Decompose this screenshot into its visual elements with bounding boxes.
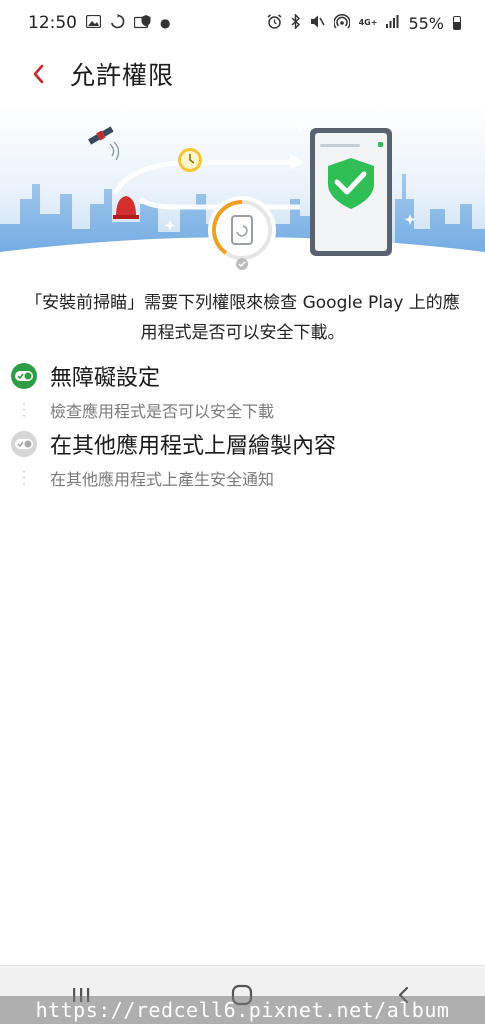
bluetooth-icon	[291, 13, 301, 32]
watermark-url: https://redcell6.pixnet.net/album	[0, 996, 485, 1024]
permission-description: 「安裝前掃瞄」需要下列權限來檢查 Google Play 上的應用程式是否可以安…	[25, 293, 460, 343]
network-type-label: 4G+	[358, 18, 378, 27]
sync-icon	[110, 14, 125, 32]
shield-app-icon	[133, 14, 151, 32]
permission-desc-row: · · · 檢查應用程式是否可以安全下載	[10, 394, 470, 426]
status-right: 4G+ 55%	[267, 13, 461, 33]
permission-row: 無障礙設定	[10, 358, 470, 394]
permission-desc: 檢查應用程式是否可以安全下載	[50, 402, 275, 421]
status-left: 12:50 ●	[28, 13, 170, 33]
status-time: 12:50	[28, 13, 77, 33]
chevron-left-icon	[33, 64, 44, 84]
battery-percent: 55%	[408, 13, 444, 33]
back-button[interactable]	[18, 54, 58, 94]
connector-dots: · · ·	[22, 465, 26, 491]
permission-title: 在其他應用程式上層繪製內容	[50, 434, 337, 459]
status-bar: 12:50 ● 4G+ 55%	[0, 0, 485, 46]
permission-desc-row: · · · 在其他應用程式上產生安全通知	[10, 462, 470, 494]
permission-row: 在其他應用程式上層繪製內容	[10, 426, 470, 462]
mute-icon	[310, 14, 325, 32]
page-title: 允許權限	[70, 61, 175, 90]
battery-icon	[453, 16, 461, 30]
connector-dots: · · ·	[22, 397, 26, 423]
permission-item-draw-over-apps[interactable]: 在其他應用程式上層繪製內容 · · · 在其他應用程式上產生安全通知	[10, 426, 470, 494]
more-dot-icon: ●	[160, 16, 171, 30]
toggle-off-icon	[10, 430, 38, 458]
app-bar: 允許權限	[0, 46, 485, 102]
toggle-on-icon	[10, 362, 38, 390]
permission-desc: 在其他應用程式上產生安全通知	[50, 470, 275, 489]
hero-illustration	[0, 104, 485, 272]
permission-item-accessibility[interactable]: 無障礙設定 · · · 檢查應用程式是否可以安全下載	[10, 358, 470, 426]
permission-title: 無障礙設定	[50, 366, 161, 391]
gallery-icon	[85, 14, 102, 31]
hotspot-icon	[332, 13, 351, 32]
alarm-icon	[267, 14, 282, 32]
signal-icon	[386, 15, 399, 31]
